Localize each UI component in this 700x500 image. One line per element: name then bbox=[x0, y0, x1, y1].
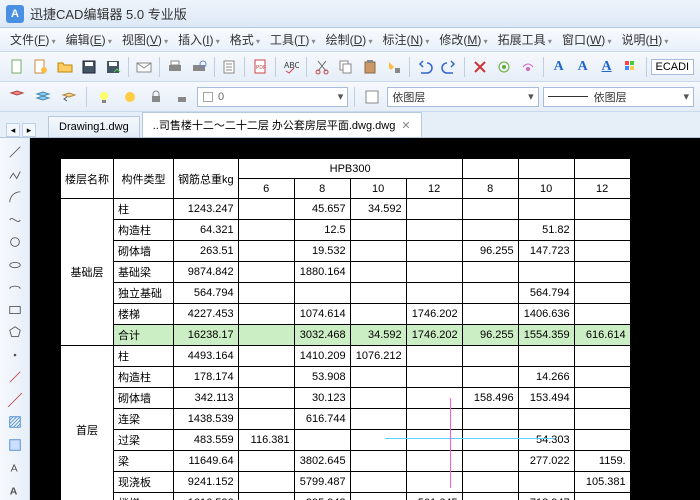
print-preview-button[interactable] bbox=[188, 56, 210, 78]
delete-button[interactable] bbox=[469, 56, 491, 78]
arc-tool[interactable] bbox=[3, 187, 27, 208]
circle-tool[interactable] bbox=[3, 232, 27, 253]
xline-tool[interactable] bbox=[3, 390, 27, 411]
draw-toolbar: A A bbox=[0, 138, 30, 500]
ray-tool[interactable] bbox=[3, 367, 27, 388]
tab-active-doc[interactable]: ..司售楼十二～二十二层 办公套房层平面.dwg.dwg ✕ bbox=[142, 112, 422, 137]
tab-prev-button[interactable]: ◂ bbox=[6, 123, 20, 137]
save-button[interactable] bbox=[78, 56, 100, 78]
paste-button[interactable] bbox=[359, 56, 381, 78]
line-tool[interactable] bbox=[3, 142, 27, 163]
freeze-icon[interactable] bbox=[119, 86, 141, 108]
app-title: 迅捷CAD编辑器 5.0 专业版 bbox=[30, 4, 187, 23]
rect-tool[interactable] bbox=[3, 300, 27, 321]
bylayer-combo-1[interactable]: 依图层 ▾ bbox=[387, 87, 538, 107]
tab-close-icon[interactable]: ✕ bbox=[401, 120, 410, 132]
text-style-a1[interactable]: A bbox=[548, 56, 570, 78]
open-button[interactable] bbox=[54, 56, 76, 78]
crosshair-y bbox=[450, 398, 451, 488]
pdf-button[interactable]: PDF bbox=[249, 56, 271, 78]
ellipse-arc-tool[interactable] bbox=[3, 277, 27, 298]
layer-color-swatch bbox=[202, 91, 214, 103]
new-button[interactable] bbox=[6, 56, 28, 78]
menu-视图[interactable]: 视图(V) ▾ bbox=[118, 29, 172, 50]
text-tool[interactable]: A bbox=[3, 457, 27, 478]
layer-states-button[interactable] bbox=[32, 86, 54, 108]
svg-text:A: A bbox=[10, 463, 17, 475]
mail-button[interactable] bbox=[133, 56, 155, 78]
spline-tool[interactable] bbox=[3, 210, 27, 231]
tab-next-button[interactable]: ▸ bbox=[22, 123, 36, 137]
point-tool[interactable] bbox=[3, 345, 27, 366]
audit-button[interactable] bbox=[219, 56, 241, 78]
lock-icon[interactable] bbox=[145, 86, 167, 108]
menu-绘制[interactable]: 绘制(D) ▾ bbox=[322, 29, 377, 50]
svg-text:A: A bbox=[9, 485, 17, 497]
menu-编辑[interactable]: 编辑(E) ▾ bbox=[62, 29, 116, 50]
ecadi-label: ECADI bbox=[651, 59, 695, 75]
hatch-tool[interactable] bbox=[3, 412, 27, 433]
svg-text:PDF: PDF bbox=[256, 65, 266, 71]
bylayer-label-1: 依图层 bbox=[392, 89, 425, 105]
rebar-table: 楼层名称构件类型钢筋总重kgHPB30068101281012基础层柱1243.… bbox=[60, 158, 631, 500]
layer-prev-button[interactable] bbox=[58, 86, 80, 108]
menu-说明[interactable]: 说明(H) ▾ bbox=[618, 29, 673, 50]
redo-button[interactable] bbox=[438, 56, 460, 78]
bylayer-label-2: 依图层 bbox=[594, 89, 627, 105]
menu-插入[interactable]: 插入(I) ▾ bbox=[174, 29, 224, 50]
menu-拓展工具[interactable]: 拓展工具 ▾ bbox=[494, 29, 556, 50]
tool1-button[interactable] bbox=[493, 56, 515, 78]
layer-name-combo[interactable]: 0 ▾ bbox=[197, 87, 348, 107]
layer-zero-label: 0 bbox=[218, 91, 224, 103]
menu-格式[interactable]: 格式 ▾ bbox=[226, 29, 264, 50]
tab-label: Drawing1.dwg bbox=[59, 121, 129, 133]
layer-toolbar: 0 ▾ 依图层 ▾ 依图层 ▾ bbox=[0, 82, 700, 112]
text-style-a3[interactable]: A bbox=[596, 56, 618, 78]
mtext-tool[interactable]: A bbox=[3, 480, 27, 500]
tab-scroll-controls: ◂ ▸ bbox=[6, 123, 46, 137]
menu-工具[interactable]: 工具(T) ▾ bbox=[266, 29, 320, 50]
ellipse-tool[interactable] bbox=[3, 255, 27, 276]
dropdown-icon: ▾ bbox=[528, 90, 534, 103]
polygon-tool[interactable] bbox=[3, 322, 27, 343]
crosshair-x bbox=[385, 438, 555, 439]
layer-explorer-button[interactable] bbox=[6, 86, 28, 108]
menu-标注[interactable]: 标注(N) ▾ bbox=[379, 29, 434, 50]
tab-drawing1[interactable]: Drawing1.dwg bbox=[48, 116, 140, 137]
match-button[interactable] bbox=[383, 56, 405, 78]
menu-文件[interactable]: 文件(F) ▾ bbox=[6, 29, 60, 50]
cut-button[interactable] bbox=[311, 56, 333, 78]
spell-button[interactable]: ABC bbox=[280, 56, 302, 78]
new-wizard-button[interactable] bbox=[30, 56, 52, 78]
print-button[interactable] bbox=[164, 56, 186, 78]
region-tool[interactable] bbox=[3, 435, 27, 456]
saveas-button[interactable] bbox=[102, 56, 124, 78]
menu-修改[interactable]: 修改(M) ▾ bbox=[435, 29, 491, 50]
polyline-tool[interactable] bbox=[3, 165, 27, 186]
color-button[interactable] bbox=[620, 56, 642, 78]
document-tabbar: ◂ ▸ Drawing1.dwg ..司售楼十二～二十二层 办公套房层平面.dw… bbox=[0, 112, 700, 138]
text-style-a2[interactable]: A bbox=[572, 56, 594, 78]
tab-label: ..司售楼十二～二十二层 办公套房层平面.dwg.dwg bbox=[153, 120, 396, 132]
bylayer-combo-2[interactable]: 依图层 ▾ bbox=[543, 87, 694, 107]
dropdown-icon: ▾ bbox=[338, 90, 344, 103]
copy-button[interactable] bbox=[335, 56, 357, 78]
dropdown-icon: ▾ bbox=[683, 90, 689, 103]
menu-窗口[interactable]: 窗口(W) ▾ bbox=[558, 29, 616, 50]
main-toolbar: PDF ABC A A A ECADI bbox=[0, 52, 700, 82]
linetype-preview bbox=[548, 96, 588, 97]
plot-icon[interactable] bbox=[171, 86, 193, 108]
app-icon: A bbox=[6, 5, 24, 23]
tool2-button[interactable] bbox=[517, 56, 539, 78]
undo-button[interactable] bbox=[414, 56, 436, 78]
drawing-canvas[interactable]: 楼层名称构件类型钢筋总重kgHPB30068101281012基础层柱1243.… bbox=[30, 138, 700, 500]
svg-text:ABC: ABC bbox=[284, 61, 299, 70]
color-swatch[interactable] bbox=[361, 86, 383, 108]
bulb-icon[interactable] bbox=[93, 86, 115, 108]
